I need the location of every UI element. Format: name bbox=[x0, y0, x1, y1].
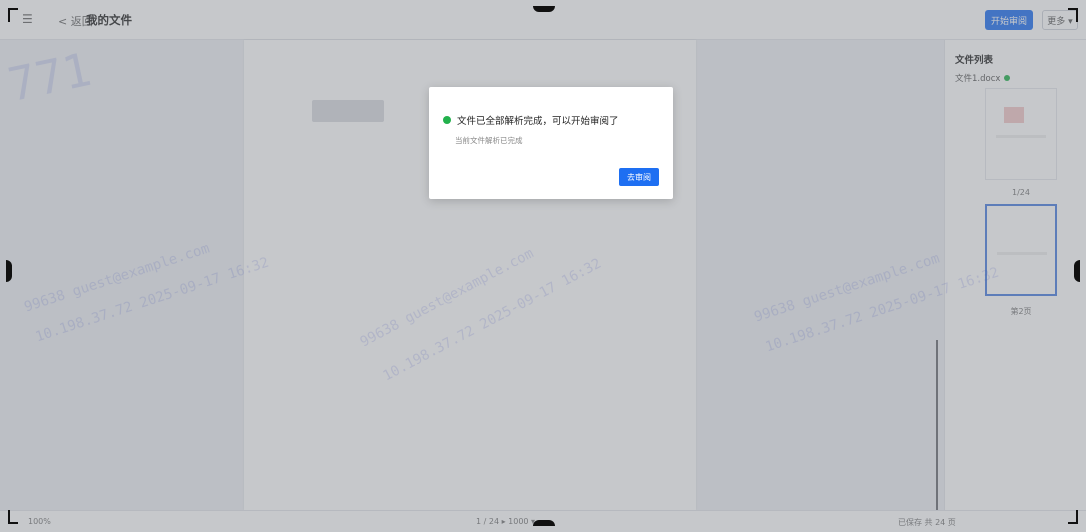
app-window: ☰ < 返回 我的文件 开始审阅 更多 ▾ 文件列表 文件1.docx 1/24… bbox=[0, 0, 1086, 532]
parse-complete-dialog: 文件已全部解析完成，可以开始审阅了 当前文件解析已完成 去审阅 bbox=[429, 87, 673, 199]
go-review-button[interactable]: 去审阅 bbox=[619, 168, 659, 186]
dialog-description: 当前文件解析已完成 bbox=[455, 136, 523, 145]
dialog-title: 文件已全部解析完成，可以开始审阅了 bbox=[457, 116, 619, 127]
crop-corner-top-left[interactable] bbox=[8, 8, 10, 22]
success-icon bbox=[443, 116, 451, 124]
crop-handle-right[interactable] bbox=[1074, 260, 1080, 282]
crop-corner-bottom-right[interactable] bbox=[1076, 510, 1078, 524]
crop-handle-left[interactable] bbox=[6, 260, 12, 282]
crop-handle-top[interactable] bbox=[533, 6, 555, 12]
crop-corner-top-right[interactable] bbox=[1076, 8, 1078, 22]
crop-handle-bottom[interactable] bbox=[533, 520, 555, 526]
modal-overlay bbox=[0, 0, 1086, 532]
dialog-header: 文件已全部解析完成，可以开始审阅了 bbox=[443, 113, 619, 127]
crop-corner-bottom-left[interactable] bbox=[8, 510, 10, 524]
